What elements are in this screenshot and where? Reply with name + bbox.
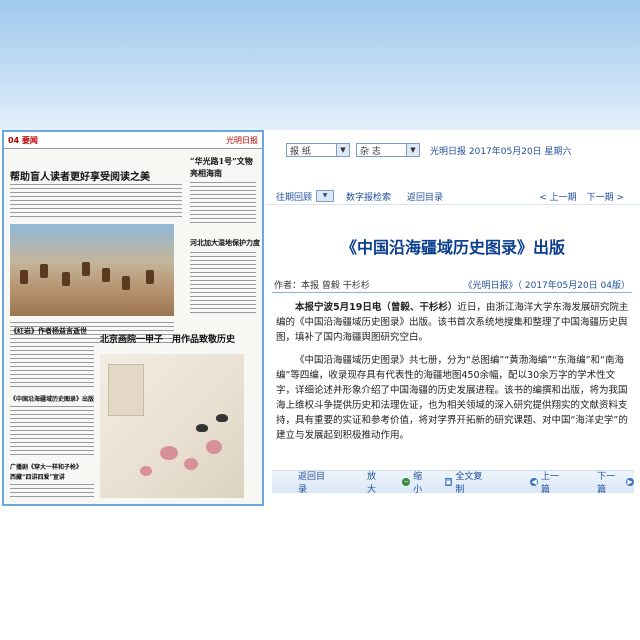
- past-issues-link[interactable]: 往期回顾: [276, 190, 312, 203]
- magazine-select-value: 杂 志: [360, 146, 381, 157]
- copy-all-button[interactable]: ▣ 全文复制: [444, 469, 491, 495]
- arrow-right-icon: ▶: [626, 478, 634, 486]
- paper-headline[interactable]: 亮相海南: [190, 168, 222, 179]
- article-body: 本报宁波5月19日电（曾毅、干杉杉）近日，由浙江海洋大学东海发展研究院主编的《中…: [276, 300, 630, 451]
- divider: [266, 204, 640, 205]
- prev-article-label: 上一篇: [540, 472, 559, 495]
- paper-text-block: [10, 406, 94, 458]
- copy-icon: ▣: [444, 478, 453, 486]
- zoom-out-button[interactable]: − 缩小: [402, 469, 430, 495]
- paragraph: 本报宁波5月19日电（曾毅、干杉杉）近日，由浙江海洋大学东海发展研究院主编的《中…: [276, 300, 630, 345]
- calendar-dropdown-icon[interactable]: ▼: [316, 190, 335, 202]
- back-to-contents-link[interactable]: 返回目录: [407, 190, 443, 203]
- arrow-left-icon: ◀: [530, 478, 538, 486]
- zoom-out-label: 缩小: [413, 472, 423, 495]
- digital-search-link[interactable]: 数字报检索: [346, 190, 391, 203]
- paper-headline[interactable]: 广播剧《穿大一样和子枪》: [10, 462, 82, 471]
- paper-page-label: 04 要闻: [8, 135, 38, 145]
- paper-headline[interactable]: 北京画院一甲子: [100, 332, 163, 345]
- paper-headline[interactable]: 河北加大湿地保护力度: [190, 238, 260, 248]
- next-article-button[interactable]: 下一篇 ▶: [597, 469, 634, 495]
- article-title: 《中国沿海疆域历史图录》出版: [340, 238, 565, 257]
- paper-headline[interactable]: 《红岩》作者杨益言逝世: [10, 326, 87, 336]
- copy-all-label: 全文复制: [455, 472, 483, 495]
- issue-navbar: 往期回顾 ▼ 数字报检索 返回目录 < 上一期 下一期 >: [266, 188, 640, 204]
- article-source[interactable]: 《光明日报》（ 2017年05月20日 04版）: [464, 278, 630, 291]
- paper-header: 04 要闻 光明日报: [4, 132, 262, 149]
- paper-headline[interactable]: 西藏“四讲四爱”宣讲: [10, 472, 65, 481]
- portrait-photo: [108, 364, 144, 416]
- paper-select-value: 报 纸: [290, 146, 311, 157]
- zoom-out-icon: −: [402, 478, 411, 486]
- divider: [272, 292, 632, 293]
- article-panel: 报 纸 ▼ 杂 志 ▼ 光明日报 2017年05月20日 星期六 往期回顾 ▼ …: [266, 130, 640, 640]
- toolbar: 报 纸 ▼ 杂 志 ▼ 光明日报 2017年05月20日 星期六: [266, 138, 640, 162]
- paragraph: 《中国沿海疆域历史图录》共七册，分为“总图编”“黄渤海编”“东海编”和“南海编”…: [276, 355, 628, 441]
- paper-text-block: [10, 184, 182, 220]
- paper-headline[interactable]: 用作品致敬历史: [172, 332, 235, 345]
- horse-race-photo: [10, 224, 174, 316]
- prev-issue-link[interactable]: < 上一期: [539, 190, 576, 203]
- paper-headline[interactable]: “华光路1号”文物: [190, 156, 253, 167]
- top-banner: [0, 0, 640, 130]
- back-to-contents-button[interactable]: 返回目录: [298, 469, 333, 495]
- zoom-in-button[interactable]: 放大: [367, 469, 384, 495]
- next-issue-link[interactable]: 下一期 >: [587, 190, 624, 203]
- byline: 作者：本报 曾毅 干杉杉 《光明日报》（ 2017年05月20日 04版）: [274, 278, 630, 291]
- article-toolbar: 返回目录 放大 − 缩小 ▣ 全文复制 ◀ 上一篇 下一篇 ▶: [272, 469, 634, 495]
- paper-text-block: [10, 484, 94, 500]
- issue-pager: < 上一期 下一期 >: [539, 190, 640, 203]
- magazine-select[interactable]: 杂 志 ▼: [356, 143, 420, 157]
- chevron-down-icon[interactable]: ▼: [406, 144, 419, 156]
- chevron-down-icon[interactable]: ▼: [336, 144, 349, 156]
- paper-text-block: [190, 252, 256, 316]
- paper-select[interactable]: 报 纸 ▼: [286, 143, 350, 157]
- paper-headline[interactable]: 《中国沿海疆域历史图录》出版: [10, 394, 94, 403]
- author: 作者：本报 曾毅 干杉杉: [274, 281, 370, 291]
- newspaper-page-thumbnail[interactable]: 04 要闻 光明日报 帮助盲人读者更好享受阅读之美 “华光路1号”文物 亮相海南…: [2, 130, 264, 506]
- next-article-label: 下一篇: [597, 472, 616, 495]
- paper-headline-main[interactable]: 帮助盲人读者更好享受阅读之美: [10, 168, 150, 183]
- dateline: 本报宁波5月19日电（曾毅、干杉杉）: [295, 302, 458, 313]
- paper-masthead: 光明日报: [226, 135, 258, 145]
- publication-info: 光明日报 2017年05月20日 星期六: [430, 146, 572, 157]
- paper-text-block: [10, 338, 94, 388]
- prev-article-button[interactable]: ◀ 上一篇: [530, 469, 567, 495]
- paper-text-block: [190, 182, 256, 226]
